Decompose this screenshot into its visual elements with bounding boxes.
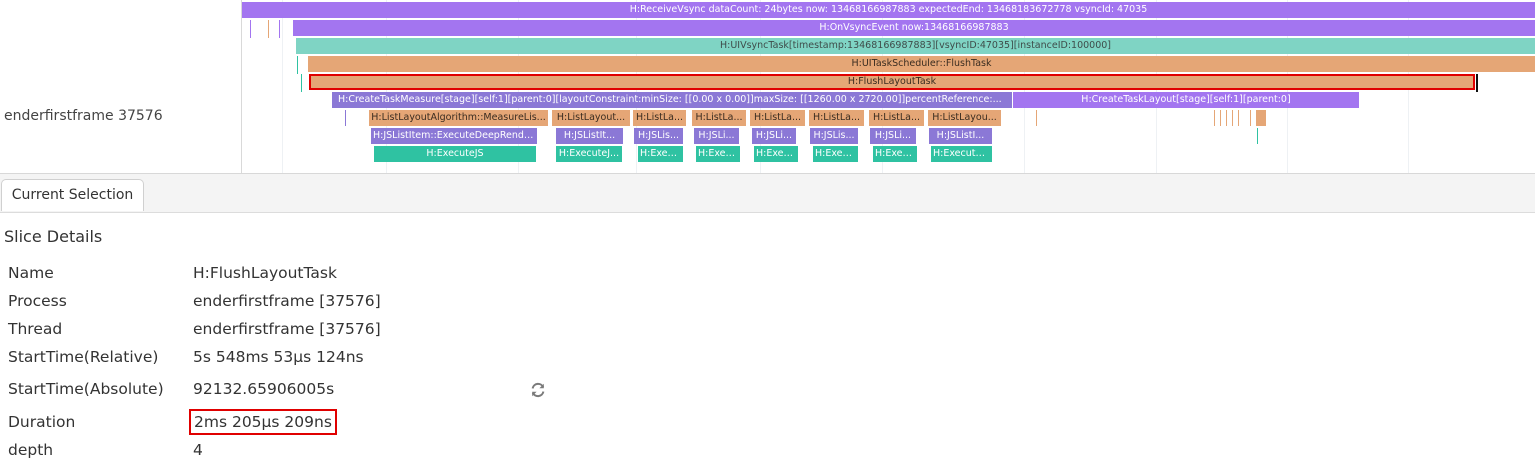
slice-js-list-item[interactable]: H:JSListItem::ExecuteDeepRende... [371,128,537,144]
detail-value: 92132.65906005s [193,380,545,398]
slice-execute-js[interactable]: H:Exec... [873,146,917,162]
slice-execute-js[interactable]: H:Exec... [638,146,683,162]
slice-flush-task[interactable]: H:UITaskScheduler::FlushTask [308,56,1535,72]
lane-divider [241,0,242,173]
detail-key: Name [8,264,54,282]
slice-tick [268,20,269,38]
detail-value: enderfirstframe [37576] [193,320,381,338]
slice-tick [1256,110,1266,126]
slice-execute-js[interactable]: H:ExecuteJ... [556,146,622,162]
selection-end-marker [1476,74,1478,92]
slice-tick [345,110,346,126]
slice-execute-js[interactable]: H:Execute... [931,146,992,162]
detail-key: Duration [8,413,76,431]
slice-details-panel: Slice Details Name H:FlushLayoutTask Pro… [0,213,1535,467]
slice-tick [1232,110,1233,126]
slice-tick [1238,110,1239,126]
slice-list-layout[interactable]: H:ListLa... [692,110,746,126]
slice-ui-vsync-task[interactable]: H:UIVsyncTask[timestamp:13468166987883][… [296,38,1535,54]
slice-tick [1036,110,1037,126]
slice-create-task-measure[interactable]: H:CreateTaskMeasure[stage][self:1][paren… [332,92,1012,108]
slice-create-task-layout[interactable]: H:CreateTaskLayout[stage][self:1][parent… [1013,92,1359,108]
slice-list-layout[interactable]: H:ListLayout... [552,110,630,126]
slice-tick [301,74,302,92]
slice-execute-js[interactable]: H:Exec... [813,146,858,162]
slice-tick [279,20,280,38]
tab-current-selection[interactable]: Current Selection [1,179,144,211]
slice-js-list-item[interactable]: H:JSLis... [810,128,858,144]
slice-tick [250,20,251,38]
detail-key: StartTime(Relative) [8,348,159,366]
slice-list-layout[interactable]: H:ListLa... [809,110,864,126]
detail-value: 5s 548ms 53μs 124ns [193,348,364,366]
slice-tick [1250,110,1251,126]
slice-js-list-item[interactable]: H:JSLis... [634,128,683,144]
slice-tick [297,56,298,74]
slice-js-list-item[interactable]: H:JSLi... [752,128,796,144]
start-absolute-value: 92132.65906005s [193,380,335,398]
detail-key: Thread [8,320,63,338]
slice-receive-vsync[interactable]: H:ReceiveVsync dataCount: 24bytes now: 1… [242,2,1535,18]
slice-tick [1220,110,1221,126]
slice-execute-js[interactable]: H:Exec... [754,146,798,162]
slice-js-list-item[interactable]: H:JSListI... [929,128,992,144]
slice-tick [1226,110,1227,126]
detail-value: H:FlushLayoutTask [193,264,337,282]
slice-list-layout-measure[interactable]: H:ListLayoutAlgorithm::MeasureLis... [369,110,548,126]
slice-tick [1257,128,1258,144]
details-tab-strip: Current Selection [0,174,1535,213]
duration-value-highlighted: 2ms 205μs 209ns [189,409,337,435]
slice-execute-js[interactable]: H:Exec... [696,146,740,162]
slice-details-title: Slice Details [4,227,103,246]
slice-tick [1214,110,1215,126]
slice-js-list-item[interactable]: H:JSListIt... [556,128,623,144]
slice-list-layout[interactable]: H:ListLa... [869,110,924,126]
slice-flush-layout-task-selected[interactable]: H:FlushLayoutTask [309,74,1475,90]
detail-key: StartTime(Absolute) [8,380,164,398]
detail-key: Process [8,292,67,310]
detail-key: depth [8,441,54,459]
detail-value: enderfirstframe [37576] [193,292,381,310]
thread-lane-label: enderfirstframe 37576 [4,108,163,124]
slice-js-list-item[interactable]: H:JSLi... [694,128,739,144]
slice-js-list-item[interactable]: H:JSLi... [870,128,916,144]
slice-on-vsync-event[interactable]: H:OnVsyncEvent now:13468166987883 [293,20,1535,36]
refresh-icon[interactable] [529,381,547,399]
slice-execute-js[interactable]: H:ExecuteJS [374,146,536,162]
trace-timeline[interactable]: enderfirstframe 37576 H:ReceiveVsync dat… [0,0,1535,174]
slice-list-layout[interactable]: H:ListLayou... [928,110,1001,126]
slice-list-layout[interactable]: H:ListLa... [750,110,805,126]
slice-list-layout[interactable]: H:ListLa... [633,110,686,126]
detail-value: 4 [193,441,203,459]
